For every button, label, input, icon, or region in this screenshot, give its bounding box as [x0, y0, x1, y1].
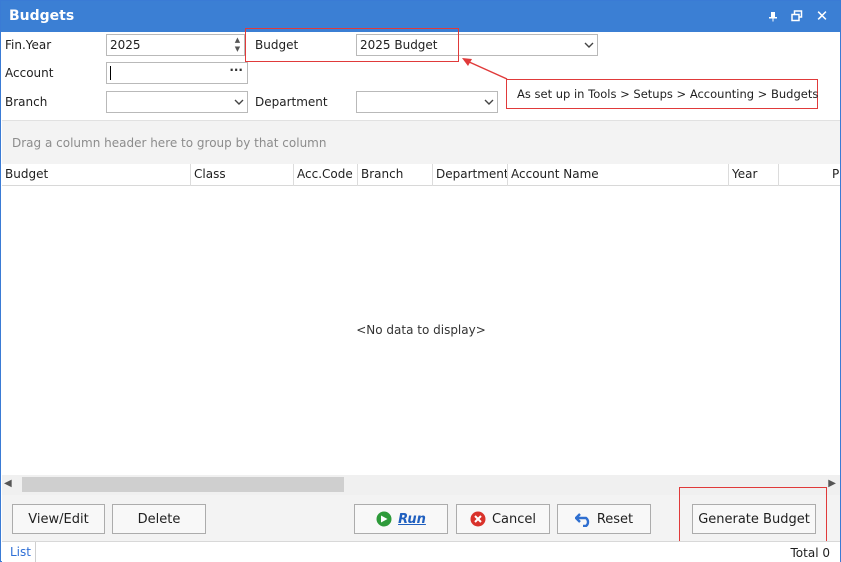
column-header-branch[interactable]: Branch: [358, 164, 433, 186]
cancel-x-icon: [470, 511, 486, 527]
account-label: Account: [5, 66, 54, 80]
fin-year-spinner[interactable]: 2025 ▲ ▼: [106, 34, 245, 56]
undo-arrow-icon: [574, 511, 591, 528]
scroll-right-icon[interactable]: ▶: [828, 478, 836, 489]
cancel-button[interactable]: Cancel: [456, 504, 550, 534]
chevron-down-icon[interactable]: [234, 97, 244, 107]
fin-year-label: Fin.Year: [5, 38, 52, 52]
status-bar: List Total 0: [2, 541, 840, 562]
column-header-acc-code[interactable]: Acc.Code: [294, 164, 358, 186]
budgets-window: Budgets ✕ Fin.Year 2025 ▲ ▼ Budget 2025 B…: [0, 0, 841, 562]
delete-button[interactable]: Delete: [112, 504, 206, 534]
column-header-account-name[interactable]: Account Name: [508, 164, 729, 186]
chevron-down-icon[interactable]: [584, 40, 594, 50]
run-button[interactable]: Run: [354, 504, 448, 534]
spin-up-down-icon[interactable]: ▲ ▼: [233, 36, 242, 54]
scroll-left-icon[interactable]: ◀: [4, 478, 12, 489]
empty-grid-message: <No data to display>: [356, 323, 486, 337]
department-label: Department: [255, 95, 328, 109]
callout-text: As set up in Tools > Setups > Accounting…: [517, 87, 819, 101]
tab-list[interactable]: List: [6, 542, 36, 562]
column-header-p[interactable]: P: [779, 164, 840, 186]
group-by-hint: Drag a column header here to group by th…: [12, 136, 327, 150]
chevron-down-icon[interactable]: [484, 97, 494, 107]
pin-icon[interactable]: [764, 7, 782, 25]
run-arrow-icon: [376, 511, 392, 527]
text-caret: [110, 66, 111, 80]
lookup-ellipsis-button[interactable]: ···: [229, 63, 243, 77]
budget-highlight-box: [245, 28, 459, 62]
reset-button[interactable]: Reset: [557, 504, 651, 534]
annotation-callout: As set up in Tools > Setups > Accounting…: [506, 79, 818, 109]
scrollbar-thumb[interactable]: [22, 477, 344, 492]
grid-body[interactable]: <No data to display>: [2, 187, 840, 475]
group-by-panel[interactable]: Drag a column header here to group by th…: [2, 120, 840, 164]
close-icon[interactable]: ✕: [813, 7, 831, 25]
grid-header: Budget Class Acc.Code Branch Department …: [2, 164, 840, 186]
generate-budget-highlight-box: [679, 487, 827, 543]
column-header-department[interactable]: Department: [433, 164, 508, 186]
column-header-budget[interactable]: Budget: [2, 164, 191, 186]
restore-icon[interactable]: [788, 7, 806, 25]
annotation-arrow-icon: [462, 58, 508, 80]
window-title: Budgets: [9, 8, 75, 24]
view-edit-button[interactable]: View/Edit: [12, 504, 105, 534]
department-dropdown[interactable]: [356, 91, 498, 113]
column-header-year[interactable]: Year: [729, 164, 779, 186]
branch-label: Branch: [5, 95, 48, 109]
account-input[interactable]: ···: [106, 62, 248, 84]
total-count: Total 0: [790, 546, 830, 560]
column-header-class[interactable]: Class: [191, 164, 294, 186]
branch-dropdown[interactable]: [106, 91, 248, 113]
